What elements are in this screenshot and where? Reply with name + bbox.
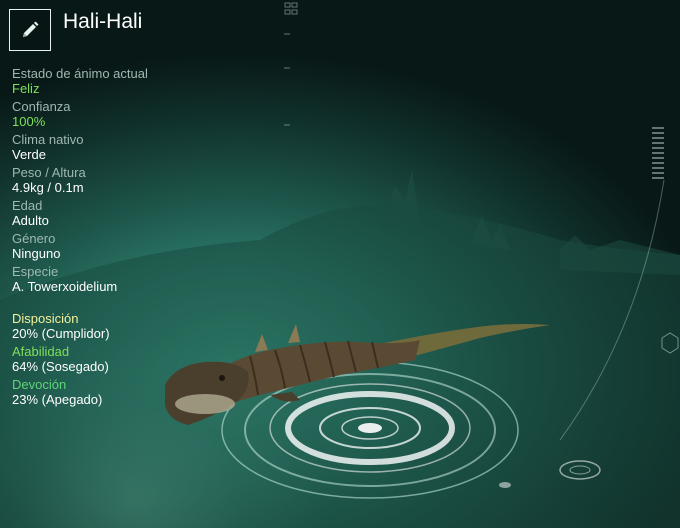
stat-value: 4.9kg / 0.1m <box>12 180 84 195</box>
stat-age: Edad Adulto <box>12 198 242 229</box>
rock-spire <box>380 170 420 230</box>
stat-species: Especie A. Towerxoidelium <box>12 264 242 295</box>
header: Hali-Hali <box>9 9 142 51</box>
stat-label: Clima nativo <box>12 132 84 147</box>
stat-label: Edad <box>12 198 43 213</box>
stat-value: Adulto <box>12 213 49 228</box>
stat-label: Confianza <box>12 99 71 114</box>
trait-value: 64% (Sosegado) <box>12 359 109 374</box>
scroll-ticks <box>652 127 664 179</box>
stat-label: Estado de ánimo actual <box>12 66 148 81</box>
edit-name-button[interactable] <box>9 9 51 51</box>
pet-name: Hali-Hali <box>63 10 143 33</box>
stat-value: Feliz <box>12 81 40 96</box>
stat-gender: Género Ninguno <box>12 231 242 262</box>
stat-value: A. Towerxoidelium <box>12 279 118 294</box>
trait-label: Afabilidad <box>12 344 70 359</box>
trait-disposition: Disposición 20% (Cumplidor) <box>12 311 242 342</box>
stats-panel: Estado de ánimo actual Feliz Confianza 1… <box>12 66 242 410</box>
stat-label: Peso / Altura <box>12 165 86 180</box>
trait-label: Disposición <box>12 311 79 326</box>
stat-mood: Estado de ánimo actual Feliz <box>12 66 242 97</box>
decorative-markers <box>284 2 298 126</box>
stat-climate: Clima nativo Verde <box>12 132 242 163</box>
trait-label: Devoción <box>12 377 67 392</box>
stat-trust: Confianza 100% <box>12 99 242 130</box>
trait-value: 23% (Apegado) <box>12 392 103 407</box>
stat-value: Ninguno <box>12 246 61 261</box>
stat-value: Verde <box>12 147 46 162</box>
stat-weight-height: Peso / Altura 4.9kg / 0.1m <box>12 165 242 196</box>
trait-devotion: Devoción 23% (Apegado) <box>12 377 242 408</box>
pencil-icon <box>23 21 39 37</box>
trait-value: 20% (Cumplidor) <box>12 326 110 341</box>
stat-value: 100% <box>12 114 46 129</box>
stat-label: Género <box>12 231 56 246</box>
rock-ridge <box>560 235 680 275</box>
stat-label: Especie <box>12 264 59 279</box>
trait-affability: Afabilidad 64% (Sosegado) <box>12 344 242 375</box>
